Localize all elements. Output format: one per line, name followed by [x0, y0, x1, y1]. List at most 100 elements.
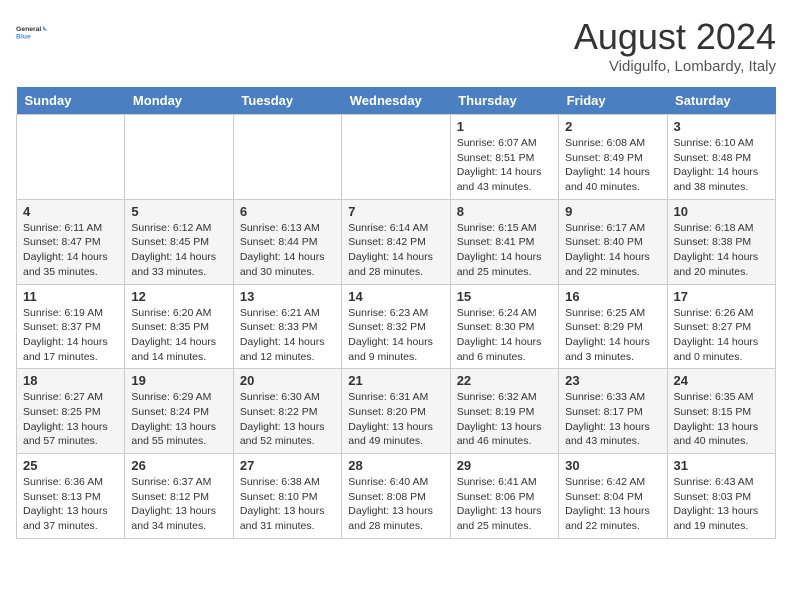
table-row [342, 115, 450, 200]
day-number: 28 [348, 458, 443, 473]
day-info: Sunrise: 6:41 AM Sunset: 8:06 PM Dayligh… [457, 475, 552, 534]
table-row: 22 Sunrise: 6:32 AM Sunset: 8:19 PM Dayli… [450, 369, 558, 454]
table-row [17, 115, 125, 200]
table-row: 10 Sunrise: 6:18 AM Sunset: 8:38 PM Dayli… [667, 199, 775, 284]
header-wednesday: Wednesday [342, 87, 450, 115]
day-info: Sunrise: 6:11 AM Sunset: 8:47 PM Dayligh… [23, 221, 118, 280]
day-info: Sunrise: 6:40 AM Sunset: 8:08 PM Dayligh… [348, 475, 443, 534]
day-number: 30 [565, 458, 660, 473]
day-number: 12 [131, 289, 226, 304]
day-info: Sunrise: 6:18 AM Sunset: 8:38 PM Dayligh… [674, 221, 769, 280]
day-number: 11 [23, 289, 118, 304]
day-number: 25 [23, 458, 118, 473]
day-number: 16 [565, 289, 660, 304]
table-row: 23 Sunrise: 6:33 AM Sunset: 8:17 PM Dayli… [559, 369, 667, 454]
calendar-header-row: Sunday Monday Tuesday Wednesday Thursday… [17, 87, 776, 115]
header-friday: Friday [559, 87, 667, 115]
table-row: 3 Sunrise: 6:10 AM Sunset: 8:48 PM Daylig… [667, 115, 775, 200]
day-info: Sunrise: 6:42 AM Sunset: 8:04 PM Dayligh… [565, 475, 660, 534]
day-number: 3 [674, 119, 769, 134]
day-number: 4 [23, 204, 118, 219]
svg-text:Blue: Blue [16, 33, 31, 40]
day-number: 23 [565, 373, 660, 388]
svg-text:General: General [16, 26, 41, 33]
day-info: Sunrise: 6:31 AM Sunset: 8:20 PM Dayligh… [348, 390, 443, 449]
day-number: 24 [674, 373, 769, 388]
day-number: 2 [565, 119, 660, 134]
table-row: 11 Sunrise: 6:19 AM Sunset: 8:37 PM Dayli… [17, 284, 125, 369]
table-row: 20Sunrise: 6:30 AM Sunset: 8:22 PM Dayli… [233, 369, 341, 454]
day-info: Sunrise: 6:32 AM Sunset: 8:19 PM Dayligh… [457, 390, 552, 449]
table-row: 24 Sunrise: 6:35 AM Sunset: 8:15 PM Dayli… [667, 369, 775, 454]
day-number: 8 [457, 204, 552, 219]
table-row: 31 Sunrise: 6:43 AM Sunset: 8:03 PM Dayli… [667, 454, 775, 539]
table-row: 8 Sunrise: 6:15 AM Sunset: 8:41 PM Daylig… [450, 199, 558, 284]
table-row: 9Sunrise: 6:17 AM Sunset: 8:40 PM Daylig… [559, 199, 667, 284]
calendar-week-row: 4 Sunrise: 6:11 AM Sunset: 8:47 PM Daylig… [17, 199, 776, 284]
day-info: Sunrise: 6:07 AM Sunset: 8:51 PM Dayligh… [457, 136, 552, 195]
day-number: 31 [674, 458, 769, 473]
location-subtitle: Vidigulfo, Lombardy, Italy [574, 58, 776, 75]
day-info: Sunrise: 6:37 AM Sunset: 8:12 PM Dayligh… [131, 475, 226, 534]
header-sunday: Sunday [17, 87, 125, 115]
table-row: 14Sunrise: 6:23 AM Sunset: 8:32 PM Dayli… [342, 284, 450, 369]
table-row: 13 Sunrise: 6:21 AM Sunset: 8:33 PM Dayli… [233, 284, 341, 369]
day-info: Sunrise: 6:35 AM Sunset: 8:15 PM Dayligh… [674, 390, 769, 449]
day-info: Sunrise: 6:08 AM Sunset: 8:49 PM Dayligh… [565, 136, 660, 195]
logo: General Blue [16, 16, 48, 48]
day-number: 17 [674, 289, 769, 304]
day-info: Sunrise: 6:19 AM Sunset: 8:37 PM Dayligh… [23, 306, 118, 365]
day-number: 10 [674, 204, 769, 219]
table-row [233, 115, 341, 200]
table-row: 1Sunrise: 6:07 AM Sunset: 8:51 PM Daylig… [450, 115, 558, 200]
day-info: Sunrise: 6:27 AM Sunset: 8:25 PM Dayligh… [23, 390, 118, 449]
day-info: Sunrise: 6:43 AM Sunset: 8:03 PM Dayligh… [674, 475, 769, 534]
header-saturday: Saturday [667, 87, 775, 115]
header-tuesday: Tuesday [233, 87, 341, 115]
table-row: 18 Sunrise: 6:27 AM Sunset: 8:25 PM Dayli… [17, 369, 125, 454]
day-info: Sunrise: 6:24 AM Sunset: 8:30 PM Dayligh… [457, 306, 552, 365]
day-info: Sunrise: 6:25 AM Sunset: 8:29 PM Dayligh… [565, 306, 660, 365]
table-row: 28 Sunrise: 6:40 AM Sunset: 8:08 PM Dayli… [342, 454, 450, 539]
day-number: 13 [240, 289, 335, 304]
month-title: August 2024 [574, 16, 776, 58]
table-row: 21 Sunrise: 6:31 AM Sunset: 8:20 PM Dayli… [342, 369, 450, 454]
table-row: 29 Sunrise: 6:41 AM Sunset: 8:06 PM Dayli… [450, 454, 558, 539]
title-section: August 2024 Vidigulfo, Lombardy, Italy [574, 16, 776, 75]
day-info: Sunrise: 6:15 AM Sunset: 8:41 PM Dayligh… [457, 221, 552, 280]
logo-icon: General Blue [16, 16, 48, 48]
day-number: 18 [23, 373, 118, 388]
table-row: 5 Sunrise: 6:12 AM Sunset: 8:45 PM Daylig… [125, 199, 233, 284]
calendar-week-row: 1Sunrise: 6:07 AM Sunset: 8:51 PM Daylig… [17, 115, 776, 200]
day-number: 19 [131, 373, 226, 388]
day-number: 7 [348, 204, 443, 219]
header-monday: Monday [125, 87, 233, 115]
day-info: Sunrise: 6:20 AM Sunset: 8:35 PM Dayligh… [131, 306, 226, 365]
day-number: 29 [457, 458, 552, 473]
calendar-week-row: 11 Sunrise: 6:19 AM Sunset: 8:37 PM Dayli… [17, 284, 776, 369]
day-info: Sunrise: 6:12 AM Sunset: 8:45 PM Dayligh… [131, 221, 226, 280]
day-info: Sunrise: 6:13 AM Sunset: 8:44 PM Dayligh… [240, 221, 335, 280]
table-row: 2 Sunrise: 6:08 AM Sunset: 8:49 PM Daylig… [559, 115, 667, 200]
day-number: 5 [131, 204, 226, 219]
header-thursday: Thursday [450, 87, 558, 115]
day-number: 26 [131, 458, 226, 473]
day-info: Sunrise: 6:10 AM Sunset: 8:48 PM Dayligh… [674, 136, 769, 195]
table-row: 6Sunrise: 6:13 AM Sunset: 8:44 PM Daylig… [233, 199, 341, 284]
page-header: General Blue August 2024 Vidigulfo, Lomb… [16, 16, 776, 75]
day-info: Sunrise: 6:38 AM Sunset: 8:10 PM Dayligh… [240, 475, 335, 534]
table-row: 30 Sunrise: 6:42 AM Sunset: 8:04 PM Dayli… [559, 454, 667, 539]
table-row: 16 Sunrise: 6:25 AM Sunset: 8:29 PM Dayli… [559, 284, 667, 369]
day-info: Sunrise: 6:36 AM Sunset: 8:13 PM Dayligh… [23, 475, 118, 534]
day-number: 9 [565, 204, 660, 219]
day-info: Sunrise: 6:14 AM Sunset: 8:42 PM Dayligh… [348, 221, 443, 280]
day-info: Sunrise: 6:21 AM Sunset: 8:33 PM Dayligh… [240, 306, 335, 365]
table-row: 7 Sunrise: 6:14 AM Sunset: 8:42 PM Daylig… [342, 199, 450, 284]
table-row: 25 Sunrise: 6:36 AM Sunset: 8:13 PM Dayli… [17, 454, 125, 539]
day-info: Sunrise: 6:33 AM Sunset: 8:17 PM Dayligh… [565, 390, 660, 449]
day-number: 27 [240, 458, 335, 473]
day-number: 22 [457, 373, 552, 388]
day-number: 20 [240, 373, 335, 388]
day-number: 21 [348, 373, 443, 388]
calendar-week-row: 18 Sunrise: 6:27 AM Sunset: 8:25 PM Dayli… [17, 369, 776, 454]
